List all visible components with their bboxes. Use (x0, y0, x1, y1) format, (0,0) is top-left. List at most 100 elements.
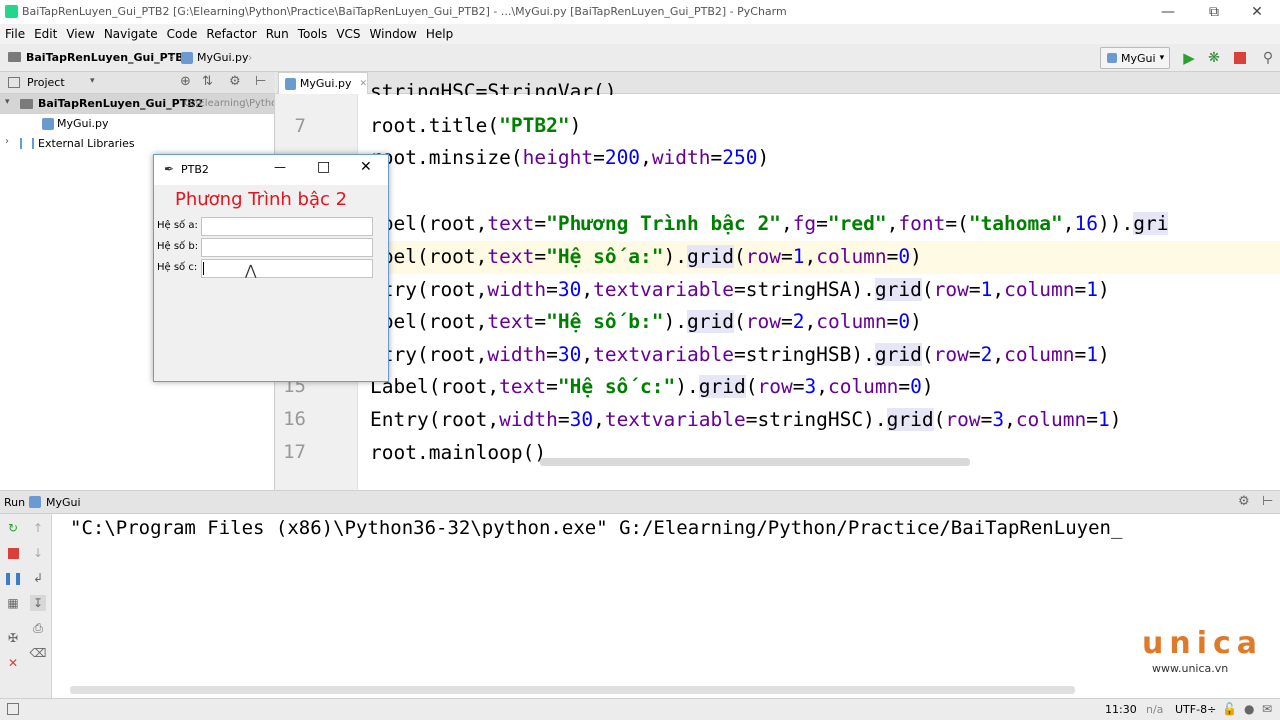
console-command-line: "C:\Program Files (x86)\Python36-32\pyth… (70, 517, 1123, 539)
caret-position[interactable]: 11:30 (1105, 703, 1137, 716)
soft-wrap-icon[interactable]: ↲ (30, 570, 46, 586)
run-config-tab[interactable]: MyGui (46, 496, 81, 509)
pause-icon[interactable]: ❚❚ (3, 570, 23, 586)
search-everywhere-icon[interactable]: ⚲ (1260, 50, 1276, 66)
menu-edit[interactable]: Edit (34, 27, 57, 41)
stop-icon[interactable] (1232, 50, 1248, 66)
folder-icon (20, 99, 33, 109)
code-line: ntry(root,width=30,textvariable=stringHS… (370, 278, 1110, 301)
project-view-label[interactable]: Project (27, 76, 65, 89)
code-line: abel(root,text="Hệ số b:").grid(row=2,co… (370, 310, 922, 333)
pin-icon[interactable]: ✠ (5, 630, 21, 646)
unica-url: www.unica.vn (1152, 662, 1229, 675)
print-icon[interactable]: ⎙ (30, 620, 46, 636)
menu-window[interactable]: Window (370, 27, 417, 41)
file-encoding[interactable]: UTF-8÷ (1175, 703, 1216, 716)
gear-icon[interactable]: ⚙ (229, 74, 241, 89)
code-line: root.mainloop() (370, 441, 547, 464)
debug-icon[interactable]: ❋ (1206, 50, 1222, 66)
scroll-up-icon[interactable]: ↑ (30, 520, 46, 536)
menu-run[interactable]: Run (266, 27, 289, 41)
line-separator[interactable]: n/a (1146, 703, 1163, 716)
menu-tools[interactable]: Tools (298, 27, 328, 41)
tree-root-label: BaiTapRenLuyen_Gui_PTB2 (38, 97, 204, 110)
line-number: 16 (283, 408, 306, 430)
collapse-all-icon[interactable]: ⇅ (202, 74, 213, 89)
menu-code[interactable]: Code (167, 27, 198, 41)
menu-refactor[interactable]: Refactor (206, 27, 256, 41)
run-panel-label: Run (4, 496, 26, 509)
run-config-selector[interactable]: MyGui ▾ (1100, 47, 1170, 69)
maximize-button[interactable]: ⧉ (1191, 0, 1237, 24)
rerun-icon[interactable]: ↻ (5, 520, 21, 536)
project-view-icon (8, 77, 20, 88)
editor-tab-mygui[interactable]: MyGui.py ✕ (278, 72, 368, 94)
project-panel-header: Project ▾ ⊕ ⇅ ⚙ ⊢ (0, 72, 275, 94)
tk-window-title: PTB2 (181, 163, 209, 176)
tree-file-label[interactable]: MyGui.py (57, 117, 109, 130)
horizontal-scrollbar[interactable] (540, 458, 970, 466)
scroll-from-source-icon[interactable]: ⊕ (180, 74, 191, 89)
menu-help[interactable]: Help (426, 27, 453, 41)
tk-maximize-button[interactable]: □ (317, 159, 330, 175)
close-icon[interactable]: ✕ (359, 79, 367, 89)
minimize-button[interactable]: — (1145, 0, 1191, 24)
menu-file[interactable]: File (5, 27, 25, 41)
tool-windows-icon[interactable] (7, 703, 19, 715)
coef-a-entry[interactable] (201, 217, 373, 236)
text-caret (203, 262, 204, 275)
tk-heading-label: Phương Trình bậc 2 (175, 189, 348, 210)
tk-app-window: ✒ PTB2 — □ ✕ Phương Trình bậc 2 Hệ số a:… (153, 154, 389, 382)
close-icon[interactable]: ✕ (5, 655, 21, 671)
coef-c-entry[interactable] (201, 259, 373, 278)
run-config-label: MyGui (1121, 51, 1156, 65)
python-file-icon (42, 118, 54, 130)
coef-b-entry[interactable] (201, 238, 373, 257)
code-line: Label(root,text="Hệ số c:").grid(row=3,c… (370, 375, 934, 398)
breadcrumb-file[interactable]: MyGui.py (197, 51, 249, 64)
python-run-icon (29, 496, 41, 508)
coef-a-label: Hệ số a: (157, 220, 198, 231)
hide-panel-icon[interactable]: ⊢ (255, 74, 266, 89)
gear-icon[interactable]: ⚙ (1238, 494, 1250, 509)
restore-layout-icon[interactable]: ▦ (5, 595, 21, 611)
git-icon[interactable]: ● (1244, 702, 1254, 716)
tk-close-button[interactable]: ✕ (360, 159, 372, 175)
event-log-icon[interactable]: ✉ (1262, 702, 1272, 716)
library-icon (20, 138, 34, 149)
console-horizontal-scrollbar[interactable] (70, 686, 1075, 694)
menu-view[interactable]: View (66, 27, 94, 41)
menu-vcs[interactable]: VCS (336, 27, 360, 41)
hide-panel-icon[interactable]: ⊢ (1262, 494, 1273, 509)
breadcrumb-separator: › (248, 51, 253, 64)
code-line: root.title("PTB2") (370, 114, 582, 137)
breadcrumb-project[interactable]: BaiTapRenLuyen_Gui_PTB2 (26, 51, 191, 64)
lock-icon[interactable]: 🔓 (1222, 702, 1237, 716)
stop-icon[interactable] (5, 545, 21, 561)
unica-brand: unica (1142, 626, 1264, 661)
navigation-bar: BaiTapRenLuyen_Gui_PTB2 › MyGui.py › (0, 44, 1280, 72)
code-line: abel(root,text="Hệ số a:").grid(row=1,co… (370, 245, 922, 268)
menu-navigate[interactable]: Navigate (104, 27, 158, 41)
feather-icon: ✒ (164, 162, 175, 176)
python-file-icon (181, 52, 193, 64)
tk-title-bar: ✒ PTB2 — □ ✕ (154, 155, 388, 185)
chevron-down-icon: ▾ (1159, 53, 1165, 63)
tk-minimize-button[interactable]: — (274, 160, 286, 174)
chevron-down-icon[interactable]: ▾ (90, 76, 95, 86)
mouse-cursor-icon: ⋀ (245, 263, 257, 279)
console-output[interactable] (52, 514, 1280, 698)
chevron-down-icon[interactable]: ▾ (5, 97, 10, 107)
close-button[interactable]: ✕ (1234, 0, 1280, 24)
tree-external-libs[interactable]: External Libraries (38, 137, 135, 150)
menu-bar: File Edit View Navigate Code Refactor Ru… (0, 24, 1280, 44)
line-number: 7 (294, 115, 306, 137)
pycharm-icon (5, 5, 18, 18)
scroll-down-icon[interactable]: ↓ (30, 545, 46, 561)
coef-c-label: Hệ số c: (157, 262, 198, 273)
trash-icon[interactable]: ⌫ (30, 645, 47, 661)
run-icon[interactable]: ▶ (1181, 49, 1197, 67)
scroll-to-end-icon[interactable]: ↧ (30, 595, 46, 611)
chevron-right-icon[interactable]: › (5, 136, 9, 147)
line-number: 17 (283, 441, 306, 463)
